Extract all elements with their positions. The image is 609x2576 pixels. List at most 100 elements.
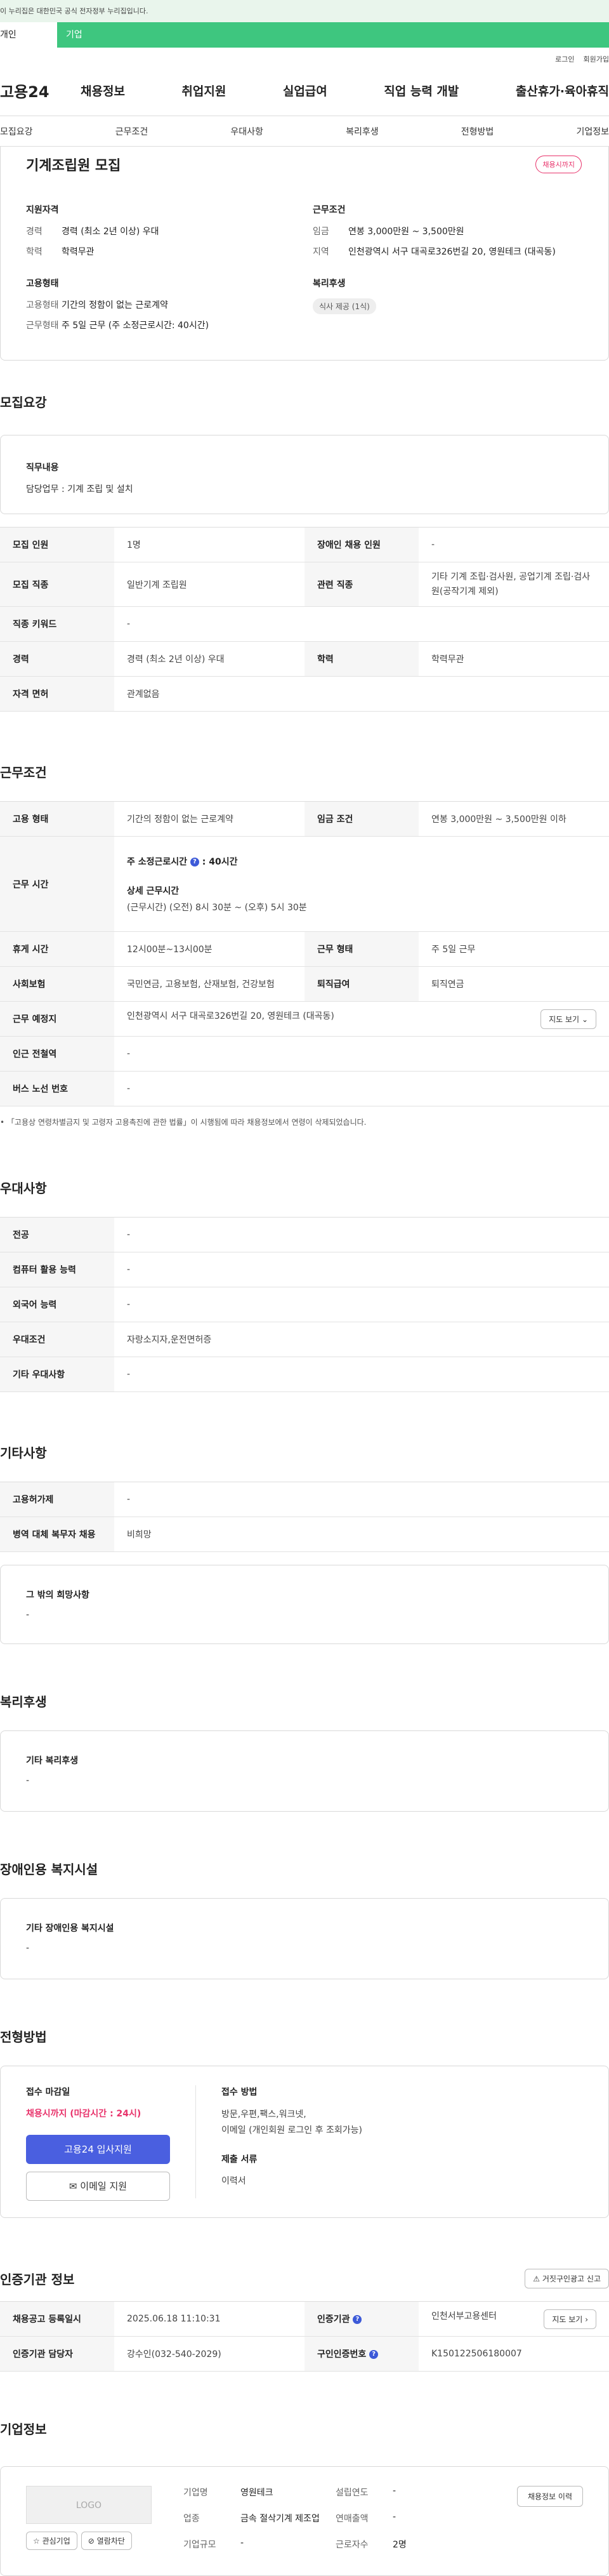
employment-heading: 고용형태 bbox=[26, 279, 59, 289]
table-row: 직종 키워드 - bbox=[0, 606, 609, 642]
report-fake-ad-button[interactable]: ⚠ 거짓구인광고 신고 bbox=[525, 2269, 609, 2288]
recruit-table: 모집 인원 1명 장애인 채용 인원 - 모집 직종 일반기계 조립원 관련 직… bbox=[0, 527, 609, 712]
site-logo[interactable]: 고용24 bbox=[0, 79, 81, 102]
duty-text: 담당업무 : 기계 조립 및 설치 bbox=[26, 484, 133, 495]
gnb-item-parental-leave[interactable]: 출산휴가·육아휴직 bbox=[516, 82, 609, 99]
tab-bar-fill bbox=[114, 22, 609, 48]
work-form-label: 근무 형태 bbox=[304, 931, 419, 967]
map-button[interactable]: 지도 보기 ⌄ bbox=[540, 1009, 596, 1029]
cert-number-label: 구인인증번호 ? bbox=[304, 2336, 419, 2372]
career-label: 경력 bbox=[26, 227, 43, 237]
job-history-button[interactable]: 채용정보 이력 bbox=[516, 2486, 583, 2507]
manager-label: 인증기관 담당자 bbox=[0, 2336, 114, 2372]
subnav-selection[interactable]: 전형방법 bbox=[461, 125, 494, 138]
join-link[interactable]: 회원가입 bbox=[584, 54, 609, 65]
utility-links: 로그인 회원가입 bbox=[0, 48, 609, 65]
company-box: LOGO ☆ 관심기업 ⊘ 열람차단 기업명 영원테크 설립연도 - 업종 금속… bbox=[0, 2466, 609, 2576]
agency-map-label: 지도 보기 bbox=[552, 2314, 583, 2324]
disabled-headcount-label: 장애인 채용 인원 bbox=[304, 527, 419, 562]
emptype-value: 기간의 정함이 없는 근로계약 bbox=[62, 300, 168, 310]
info-icon[interactable]: ? bbox=[353, 2315, 362, 2324]
docs-label: 제출 서류 bbox=[221, 2154, 258, 2165]
map-button-label: 지도 보기 bbox=[549, 1014, 580, 1024]
favorite-company-button[interactable]: ☆ 관심기업 bbox=[26, 2532, 77, 2550]
subnav-recruit[interactable]: 모집요강 bbox=[0, 125, 33, 138]
gnb-item-employment-support[interactable]: 취업지원 bbox=[181, 82, 226, 99]
deadline-label: 접수 마감일 bbox=[26, 2087, 70, 2097]
welfare-chip: 식사 제공 (1식) bbox=[313, 298, 376, 314]
subnav-welfare[interactable]: 복리후생 bbox=[346, 125, 379, 138]
preference-heading: 우대사항 bbox=[0, 1181, 47, 1196]
gnb-item-jobs[interactable]: 채용정보 bbox=[81, 82, 125, 99]
table-row: 컴퓨터 활용 능력 - bbox=[0, 1252, 609, 1287]
work-form-value: 주 5일 근무 bbox=[419, 931, 609, 967]
conditions-heading: 근무조건 bbox=[313, 205, 346, 215]
method-label: 접수 방법 bbox=[221, 2087, 258, 2097]
deadline-column: 접수 마감일 채용시까지 (마감시간 : 24시) 고용24 입사지원 ✉ 이메… bbox=[26, 2085, 196, 2201]
table-row: 고용 형태 기간의 정함이 없는 근로계약 임금 조건 연봉 3,000만원 ~… bbox=[0, 801, 609, 837]
tab-personal[interactable]: 개인 bbox=[0, 22, 57, 48]
apply-button[interactable]: 고용24 입사지원 bbox=[26, 2135, 170, 2164]
other-wishes-heading: 그 밖의 희망사항 bbox=[26, 1590, 89, 1600]
area-label: 지역 bbox=[313, 247, 329, 257]
pref-condition-label: 우대조건 bbox=[0, 1322, 114, 1357]
chevron-right-icon: › bbox=[585, 2314, 588, 2324]
weekly-hours-label: 주 소정근로시간 bbox=[127, 856, 188, 867]
emptype-label: 고용형태 bbox=[26, 300, 59, 310]
age-notice: • 「고용상 연령차별금지 및 고령자 고용촉진에 관한 법률」이 시행됨에 따… bbox=[0, 1118, 367, 1127]
tab-company[interactable]: 기업 bbox=[57, 22, 114, 48]
insurance-label: 사회보험 bbox=[0, 966, 114, 1002]
sales-value: - bbox=[393, 2512, 396, 2522]
severance-value: 퇴직연금 bbox=[419, 966, 609, 1002]
workplace-address: 인천광역시 서구 대곡로326번길 20, 영원테크 (대곡동) bbox=[127, 1011, 334, 1021]
info-icon[interactable]: ? bbox=[369, 2350, 379, 2359]
job-keyword-label: 직종 키워드 bbox=[0, 606, 114, 642]
info-icon[interactable]: ? bbox=[190, 857, 199, 866]
table-row: 근무 시간 주 소정근로시간 ? : 40시간 상세 근무시간 (근무시간) (… bbox=[0, 836, 609, 932]
job-type-value: 일반기계 조립원 bbox=[114, 562, 304, 607]
etc-section: 기타사항 고용허가제 - 병역 대체 복무자 채용 비희망 그 밖의 희망사항 - bbox=[0, 1443, 609, 1644]
agency-value: 인천서부고용센터 지도 보기 › bbox=[419, 2301, 609, 2337]
deadline-badge: 채용시까지 bbox=[535, 156, 582, 173]
recruit-section: 모집요강 직무내용 담당업무 : 기계 조립 및 설치 모집 인원 1명 장애인… bbox=[0, 392, 609, 712]
table-row: 자격 면허 관계없음 bbox=[0, 676, 609, 712]
size-label: 기업규모 bbox=[183, 2540, 216, 2550]
other-pref-label: 기타 우대사항 bbox=[0, 1357, 114, 1392]
table-row: 사회보험 국민연금, 고용보험, 산재보험, 건강보험 퇴직급여 퇴직연금 bbox=[0, 966, 609, 1002]
gnb-item-unemployment-benefit[interactable]: 실업급여 bbox=[283, 82, 327, 99]
table-row: 기타 우대사항 - bbox=[0, 1357, 609, 1392]
table-row: 근무 예정지 인천광역시 서구 대곡로326번길 20, 영원테크 (대곡동) … bbox=[0, 1001, 609, 1037]
other-welfare-heading: 기타 복리후생 bbox=[26, 1756, 79, 1766]
login-link[interactable]: 로그인 bbox=[555, 54, 574, 65]
computer-skill-label: 컴퓨터 활용 능력 bbox=[0, 1252, 114, 1287]
welfare-section: 복리후생 기타 복리후생 - bbox=[0, 1692, 609, 1812]
block-view-button[interactable]: ⊘ 열람차단 bbox=[81, 2532, 132, 2550]
table-row: 휴게 시간 12시00분~13시00분 근무 형태 주 5일 근무 bbox=[0, 931, 609, 967]
reg-date-label: 채용공고 등록일시 bbox=[0, 2301, 114, 2337]
wage-label: 임금 조건 bbox=[304, 801, 419, 837]
worktype-value: 주 5일 근무 (주 소정근로시간: 40시간) bbox=[62, 321, 209, 331]
agency-label: 인증기관 ? bbox=[304, 2301, 419, 2337]
wage-value: 연봉 3,000만원 ~ 3,500만원 이하 bbox=[419, 801, 609, 837]
age-notice-text: 「고용상 연령차별금지 및 고령자 고용촉진에 관한 법률」이 시행됨에 따라 … bbox=[6, 1118, 367, 1127]
agency-map-button[interactable]: 지도 보기 › bbox=[544, 2309, 596, 2329]
email-apply-button[interactable]: ✉ 이메일 지원 bbox=[26, 2172, 170, 2201]
certification-heading: 인증기관 정보 bbox=[0, 2272, 75, 2287]
table-row: 고용허가제 - bbox=[0, 1482, 609, 1517]
related-job-value: 기타 기계 조립·검사원, 공업기계 조립·검사원(공작기계 제외) bbox=[419, 562, 609, 607]
cert-number-label-text: 구인인증번호 bbox=[317, 2349, 367, 2360]
permit-value: - bbox=[114, 1482, 609, 1517]
subnav-company[interactable]: 기업정보 bbox=[576, 125, 609, 138]
table-row: 인증기관 담당자 강수인(032-540-2029) 구인인증번호 ? K150… bbox=[0, 2336, 609, 2372]
education-label: 학력 bbox=[26, 247, 43, 257]
gnb-item-vocational-training[interactable]: 직업 능력 개발 bbox=[384, 82, 459, 99]
workplace-value: 인천광역시 서구 대곡로326번길 20, 영원테크 (대곡동) 지도 보기 ⌄ bbox=[114, 1001, 609, 1037]
headcount-value: 1명 bbox=[114, 527, 304, 562]
subnav-work-conditions[interactable]: 근무조건 bbox=[115, 125, 148, 138]
alert-icon: ⚠ bbox=[533, 2274, 540, 2283]
chevron-down-icon: ⌄ bbox=[581, 1014, 588, 1024]
recruit-heading: 모집요강 bbox=[0, 395, 47, 410]
language-value: - bbox=[114, 1287, 609, 1322]
bus-value: - bbox=[114, 1071, 609, 1106]
subnav-preferences[interactable]: 우대사항 bbox=[230, 125, 263, 138]
